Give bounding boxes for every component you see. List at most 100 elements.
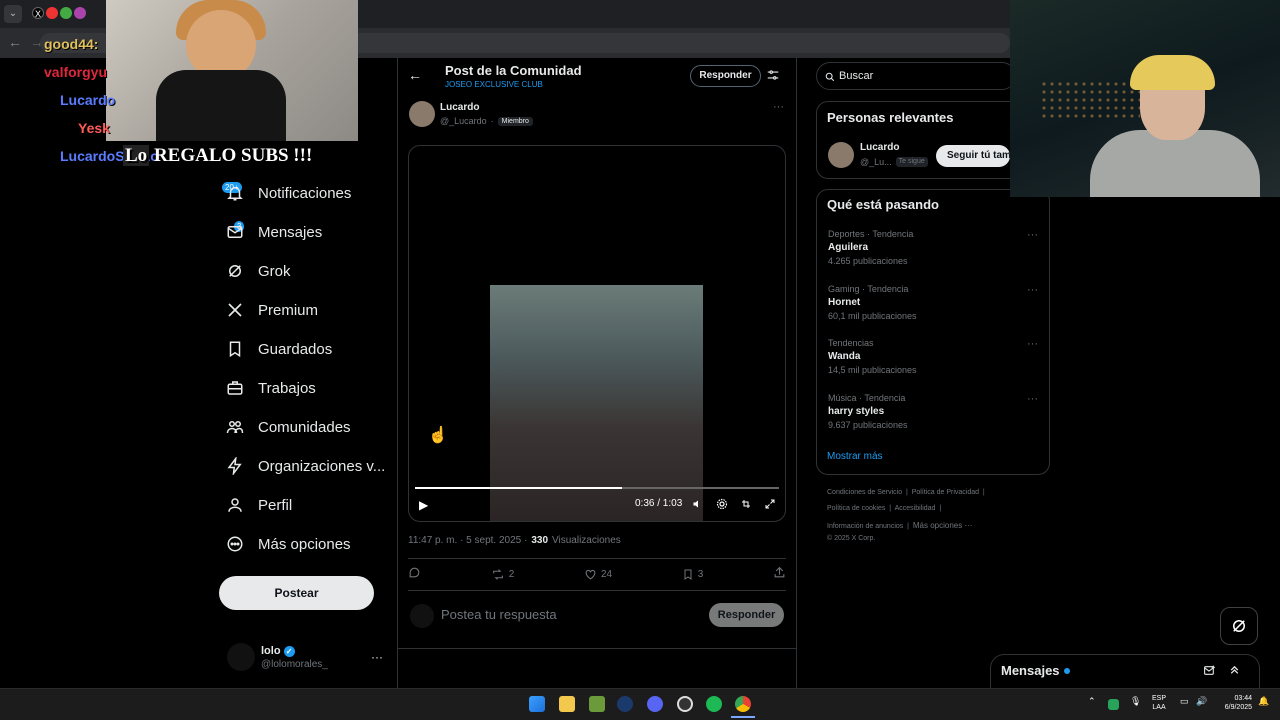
x-logo-icon [226, 301, 244, 319]
briefcase-icon [226, 379, 244, 397]
author-handle[interactable]: @_Lucardo [440, 116, 487, 126]
chat-line: Lucardo [60, 92, 116, 108]
trend-item[interactable]: Gaming · Tendencia Hornet 60,1 mil publica… [828, 284, 917, 321]
play-icon[interactable]: ▶ [419, 498, 428, 512]
obs-icon[interactable] [677, 696, 693, 712]
nav-notifications[interactable]: Notificaciones [226, 184, 351, 202]
youtube-tab-icon[interactable] [46, 7, 58, 19]
account-handle: @lolomorales_ [261, 659, 328, 670]
trend-item[interactable]: Deportes · Tendencia Aguilera 4.265 public… [828, 229, 913, 266]
post-more-icon[interactable]: ··· [773, 101, 784, 113]
relevant-user-name[interactable]: Lucardo [860, 142, 899, 153]
reply-action[interactable] [408, 566, 421, 582]
trend-item[interactable]: Música · Tendencia harry styles 9.637 publ… [828, 393, 908, 430]
people-icon [226, 418, 244, 436]
notification-center-icon[interactable]: 🔔 [1258, 697, 1269, 706]
relevant-user-avatar[interactable] [828, 142, 854, 168]
tray-app-icon[interactable] [1108, 699, 1119, 710]
relevant-people-title: Personas relevantes [827, 110, 954, 125]
bookmark-action[interactable]: 3 [682, 566, 703, 582]
network-icon[interactable]: ▭ [1180, 697, 1189, 706]
back-arrow-icon[interactable]: ← [408, 67, 422, 83]
volume-icon[interactable] [692, 498, 704, 513]
footer-cookies-link[interactable]: Política de cookies [827, 505, 885, 512]
tab-favicons[interactable]: X [32, 7, 86, 19]
trend-more-icon[interactable]: ··· [1027, 284, 1038, 296]
discord-icon[interactable] [647, 696, 663, 712]
retweet-action[interactable]: 2 [491, 566, 514, 582]
author-name[interactable]: Lucardo [440, 102, 479, 113]
language-indicator[interactable]: ESP LAA [1152, 694, 1166, 712]
grok-floating-button[interactable] [1220, 607, 1258, 645]
steam-icon[interactable] [617, 696, 633, 712]
spotify-icon[interactable] [706, 696, 722, 712]
nav-more-options[interactable]: Más opciones [226, 535, 351, 553]
member-badge: Miembro [497, 116, 533, 126]
chrome-icon[interactable] [735, 696, 751, 712]
search-icon [825, 69, 835, 87]
footer-more-link[interactable]: Más opciones ··· [913, 521, 973, 530]
new-message-icon[interactable] [1203, 664, 1216, 682]
video-progress-bar[interactable] [415, 487, 779, 489]
community-link[interactable]: JOSEO EXCLUSIVE CLUB [445, 80, 543, 89]
nav-premium[interactable]: Premium [226, 301, 318, 319]
trend-more-icon[interactable]: ··· [1027, 393, 1038, 405]
settings-gear-icon[interactable] [716, 498, 728, 513]
views-count: 330 [531, 535, 549, 546]
post-timestamp[interactable]: 11:47 p. m. · 5 sept. 2025 · [408, 535, 527, 546]
tab-icon[interactable] [60, 7, 72, 19]
back-icon[interactable]: ← [8, 34, 22, 50]
account-switcher[interactable]: lolo ✓ [261, 645, 295, 657]
account-avatar[interactable] [227, 643, 255, 671]
more-circle-icon [226, 535, 244, 553]
nav-organizations[interactable]: Organizaciones v... [226, 457, 385, 475]
reply-submit-button[interactable]: Responder [709, 603, 784, 627]
x-tab-icon[interactable]: X [32, 7, 44, 19]
share-action[interactable] [773, 566, 786, 582]
trend-item[interactable]: Tendencias Wanda 14,5 mil publicaciones [828, 338, 917, 375]
speaker-icon[interactable]: 🔊 [1196, 697, 1207, 706]
fullscreen-icon[interactable] [764, 498, 776, 513]
show-more-link[interactable]: Mostrar más [827, 451, 883, 462]
nav-communities[interactable]: Comunidades [226, 418, 351, 436]
footer-links-row: Política de cookies | Accesibilidad | [827, 505, 942, 512]
trend-more-icon[interactable]: ··· [1027, 229, 1038, 241]
microphone-icon[interactable]: 🎙 [1130, 697, 1141, 706]
pip-icon[interactable] [740, 498, 752, 513]
footer-terms-link[interactable]: Condiciones de Servicio [827, 489, 902, 496]
person-icon [226, 496, 244, 514]
follow-back-button[interactable]: Seguir tú tamb [936, 145, 1010, 167]
nav-bookmarks[interactable]: Guardados [226, 340, 332, 358]
reply-header-button[interactable]: Responder [690, 65, 761, 87]
trend-more-icon[interactable]: ··· [1027, 338, 1038, 350]
expand-dock-icon[interactable] [1228, 663, 1241, 681]
search-input[interactable]: Buscar [816, 62, 1016, 90]
nav-profile[interactable]: Perfil [226, 496, 292, 514]
nav-messages[interactable]: Mensajes [226, 223, 322, 241]
tray-overflow-icon[interactable]: ⌃ [1088, 697, 1096, 706]
sliders-icon[interactable] [766, 68, 780, 87]
footer-ads-link[interactable]: Información de anuncios [827, 523, 903, 530]
nav-grok[interactable]: Grok [226, 262, 291, 280]
windows-start-icon[interactable] [529, 696, 545, 712]
video-player[interactable]: ▶ 0:36 / 1:03 [408, 145, 786, 522]
grok-icon [226, 262, 244, 280]
messages-dock-title[interactable]: Mensajes [1001, 663, 1070, 678]
author-avatar[interactable] [409, 101, 435, 127]
trending-title: Qué está pasando [827, 197, 939, 212]
like-action[interactable]: 24 [584, 566, 612, 582]
reply-avatar [410, 604, 434, 628]
footer-accessibility-link[interactable]: Accesibilidad [895, 505, 936, 512]
gift-subs-banner: Lo REGALO SUBS !!! [123, 145, 313, 166]
tab-search-chevron-icon[interactable]: ⌄ [4, 5, 22, 23]
footer-privacy-link[interactable]: Política de Privacidad [912, 489, 979, 496]
account-more-icon[interactable]: ··· [371, 650, 383, 664]
views-label: Visualizaciones [552, 535, 621, 546]
reply-input[interactable]: Postea tu respuesta [441, 607, 557, 622]
file-explorer-icon[interactable] [559, 696, 575, 712]
tab-icon[interactable] [74, 7, 86, 19]
clock[interactable]: 03:44 6/9/2025 [1214, 694, 1252, 712]
post-button[interactable]: Postear [219, 576, 374, 610]
minecraft-icon[interactable] [589, 696, 605, 712]
nav-jobs[interactable]: Trabajos [226, 379, 316, 397]
